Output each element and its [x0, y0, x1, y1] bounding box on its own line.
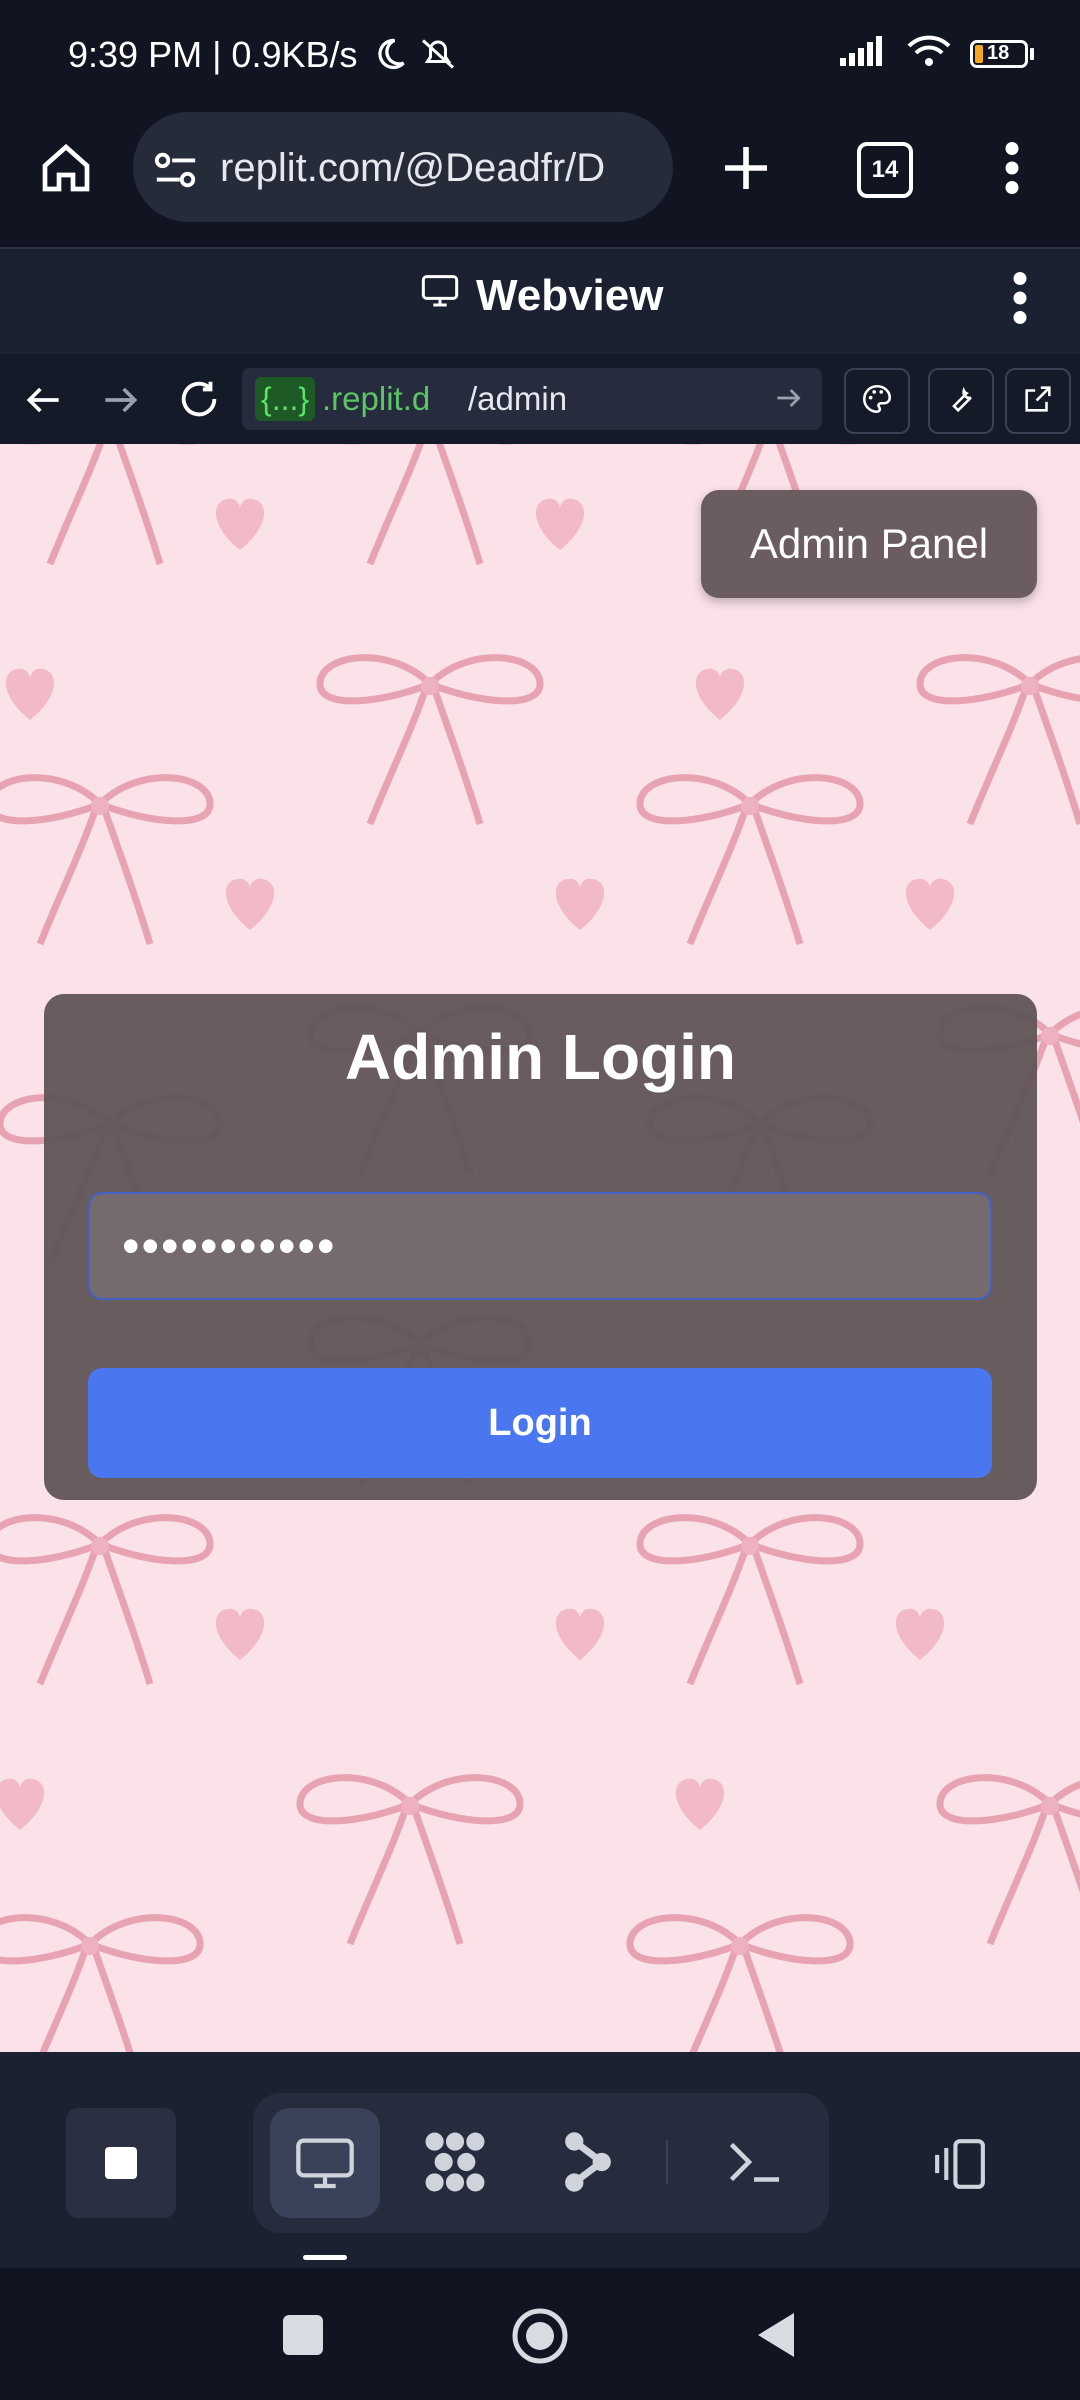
open-external-button[interactable] [1005, 368, 1071, 434]
terminal-icon[interactable] [724, 2134, 784, 2195]
moon-icon [372, 36, 408, 77]
admin-panel-button[interactable]: Admin Panel [701, 490, 1037, 598]
password-field[interactable] [88, 1192, 992, 1300]
palette-icon [860, 382, 894, 421]
site-settings-icon[interactable] [153, 150, 199, 195]
reload-icon[interactable] [176, 376, 222, 427]
stop-icon [105, 2147, 137, 2179]
webview-title-text: Webview [476, 270, 664, 320]
wrench-icon [944, 382, 978, 421]
back-button[interactable] [754, 2310, 798, 2365]
battery-icon: 18 [970, 39, 1034, 68]
home-button[interactable] [510, 2306, 570, 2371]
toolbar-divider [666, 2140, 668, 2184]
external-link-icon [1021, 382, 1055, 421]
status-time: 9:39 PM | 0.9KB/s [68, 34, 358, 75]
forward-arrow-icon[interactable] [98, 378, 142, 427]
workflow-icon[interactable] [420, 2128, 490, 2201]
muted-bell-icon [418, 36, 458, 77]
go-arrow-icon[interactable] [772, 382, 804, 419]
monitor-tool-icon [293, 2130, 357, 2199]
back-arrow-icon[interactable] [22, 378, 66, 427]
devtools-button[interactable] [928, 368, 994, 434]
theme-palette-button[interactable] [844, 368, 910, 434]
login-button[interactable]: Login [88, 1368, 992, 1478]
battery-level: 18 [987, 42, 1010, 64]
stop-button[interactable] [66, 2108, 176, 2218]
webview-title: Webview [420, 270, 663, 321]
status-bar: 9:39 PM | 0.9KB/s 18 [0, 0, 1080, 110]
git-branch-icon[interactable] [560, 2130, 616, 2199]
login-title: Admin Login [344, 1021, 737, 1093]
new-tab-icon[interactable] [718, 140, 774, 201]
more-menu-icon[interactable] [1000, 142, 1024, 199]
recents-button[interactable] [283, 2315, 323, 2355]
home-icon[interactable] [38, 140, 94, 201]
url-text[interactable]: replit.com/@Deadfr/D [220, 146, 660, 191]
device-preview-icon[interactable] [928, 2136, 992, 2197]
signal-icon [840, 36, 888, 71]
address-path[interactable]: /admin [468, 380, 567, 418]
address-domain: .replit.d [322, 380, 431, 417]
webview-menu-icon[interactable] [1008, 272, 1032, 329]
tab-switcher-button[interactable]: 14 [857, 142, 913, 198]
status-icons: 18 [840, 34, 1034, 73]
address-tag: {...} [255, 377, 316, 421]
active-tab-indicator [303, 2255, 347, 2260]
wifi-icon [906, 34, 952, 73]
monitor-icon [420, 270, 460, 321]
